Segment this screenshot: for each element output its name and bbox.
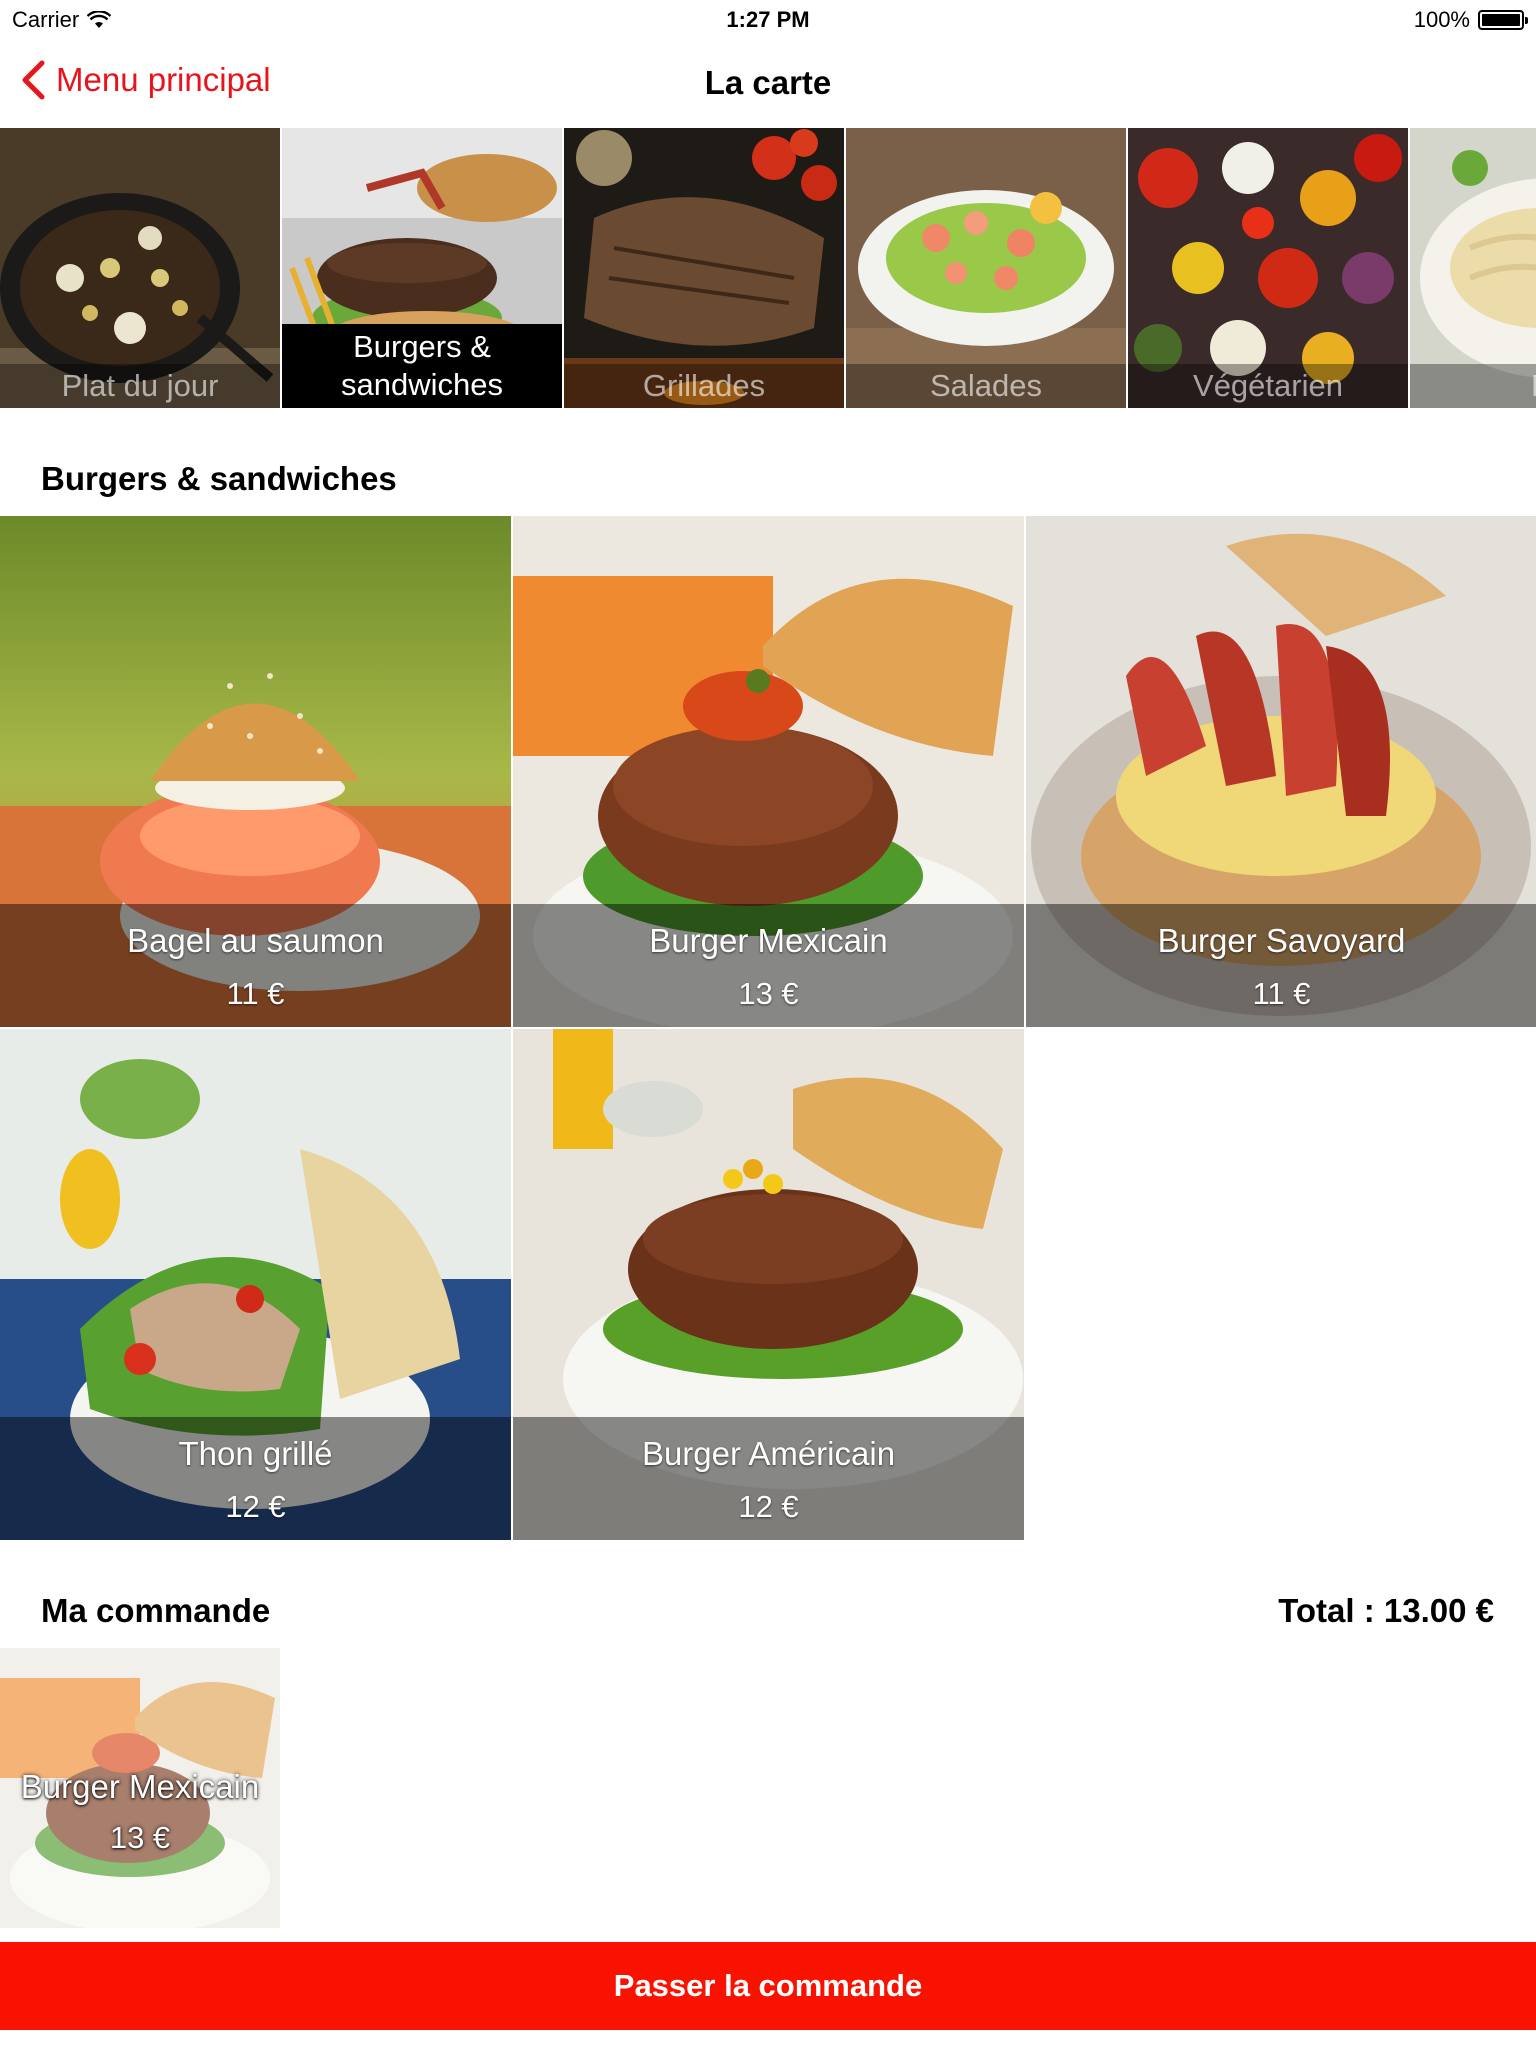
product-name: Burger Américain: [641, 1435, 896, 1472]
product-tile-burger-savoyard[interactable]: Burger Savoyard 11 €: [1026, 516, 1536, 1027]
navigation-bar: Menu principal La carte: [0, 40, 1536, 128]
category-label: Plat du jour: [0, 364, 280, 408]
category-label: Burgers & sandwiches: [282, 324, 562, 408]
product-price: 12 €: [225, 1489, 286, 1524]
product-grid: Bagel au saumon 11 € Burger Mexicain 13 …: [0, 516, 1536, 1540]
status-bar: Carrier 1:27 PM 100%: [0, 0, 1536, 40]
category-label: Pâ: [1410, 364, 1536, 408]
product-caption: Bagel au saumon 11 €: [0, 904, 511, 1027]
product-tile-burger-americain[interactable]: Burger Américain 12 €: [513, 1029, 1024, 1540]
product-price: 11 €: [226, 976, 285, 1011]
product-name: Burger Mexicain: [649, 922, 888, 959]
product-caption: Burger Américain 12 €: [513, 1417, 1024, 1540]
category-tile-grillades[interactable]: Grillades: [564, 128, 844, 408]
status-time: 1:27 PM: [726, 7, 810, 32]
category-tile-vegetarien[interactable]: Végétarien: [1128, 128, 1408, 408]
category-tile-burgers[interactable]: Burgers & sandwiches: [282, 128, 562, 408]
category-label: Salades: [846, 364, 1126, 408]
wifi-icon: [87, 11, 112, 28]
product-price: 13 €: [738, 976, 799, 1011]
order-item-name: Burger Mexicain: [20, 1768, 260, 1805]
category-tile-pates[interactable]: Pâ: [1410, 128, 1536, 408]
product-name: Thon grillé: [178, 1435, 333, 1472]
category-tile-plat-du-jour[interactable]: Plat du jour: [0, 128, 280, 408]
carrier-indicator: Carrier: [12, 7, 112, 33]
product-caption: Burger Mexicain 13 €: [513, 904, 1024, 1027]
section-title: Burgers & sandwiches: [41, 460, 397, 497]
order-item-price: 13 €: [109, 1820, 171, 1855]
product-caption: Thon grillé 12 €: [0, 1417, 511, 1540]
battery-icon: [1478, 10, 1528, 30]
place-order-button[interactable]: Passer la commande: [0, 1942, 1536, 2030]
product-caption: Burger Savoyard 11 €: [1026, 904, 1536, 1027]
product-price: 12 €: [738, 1489, 799, 1524]
order-title: Ma commande: [41, 1592, 271, 1629]
product-name: Burger Savoyard: [1157, 922, 1406, 959]
battery-percent: 100%: [1413, 7, 1470, 32]
category-label: Végétarien: [1128, 364, 1408, 408]
carrier-label: Carrier: [12, 7, 80, 32]
product-tile-burger-mexicain[interactable]: Burger Mexicain 13 €: [513, 516, 1024, 1027]
page-title: La carte: [704, 64, 832, 101]
order-total: Total : 13.00 €: [1278, 1592, 1494, 1629]
category-tile-salades[interactable]: Salades: [846, 128, 1126, 408]
product-tile-bagel-saumon[interactable]: Bagel au saumon 11 €: [0, 516, 511, 1027]
category-strip[interactable]: Plat du jour Burgers & sandwiches Grilla…: [0, 128, 1536, 408]
product-price: 11 €: [1252, 976, 1311, 1011]
battery-indicator: 100%: [1413, 7, 1528, 33]
order-item[interactable]: Burger Mexicain 13 €: [0, 1648, 280, 1928]
product-tile-thon-grille[interactable]: Thon grillé 12 €: [0, 1029, 511, 1540]
product-name: Bagel au saumon: [127, 922, 384, 959]
category-label: Grillades: [564, 364, 844, 408]
